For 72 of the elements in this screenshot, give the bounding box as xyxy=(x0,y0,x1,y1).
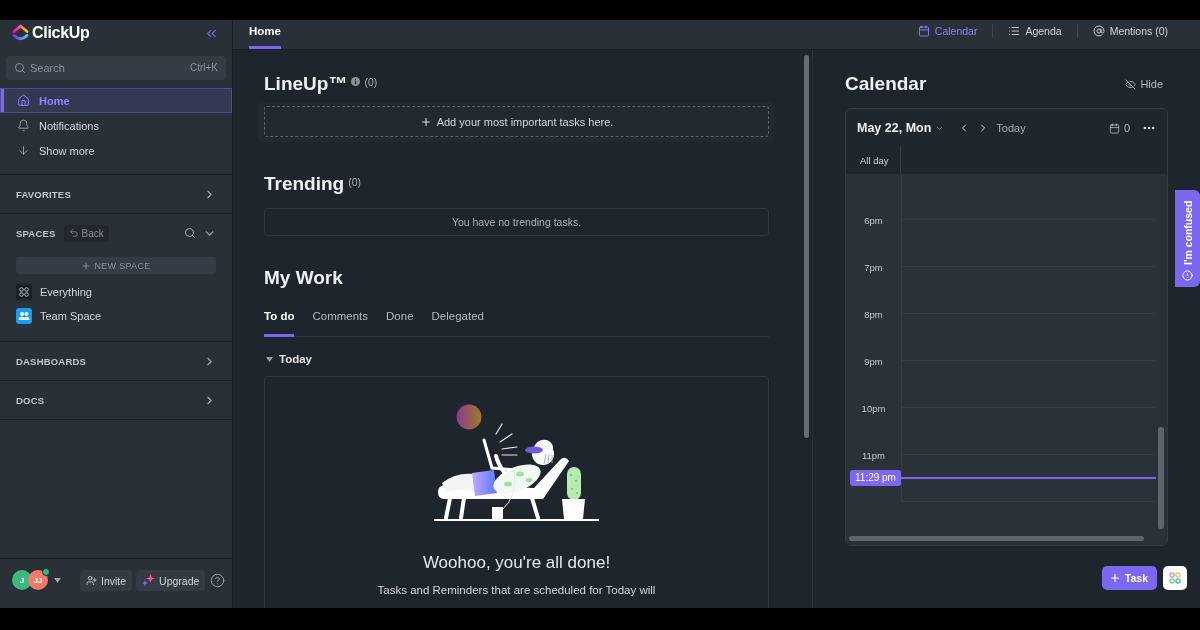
view-tab[interactable]: Mentions (0) xyxy=(1076,24,1168,38)
grid-dots-icon xyxy=(1169,572,1181,584)
today-button[interactable]: Today xyxy=(996,122,1026,134)
section-title: Trending xyxy=(264,173,345,195)
user-plus-icon xyxy=(86,575,97,586)
alert-icon xyxy=(1182,270,1193,281)
plus-icon xyxy=(81,260,92,271)
eye-off-icon xyxy=(1125,78,1137,90)
list-icon xyxy=(1008,25,1021,37)
plus-icon xyxy=(419,115,432,128)
section-title: SPACES xyxy=(16,227,56,239)
home-icon xyxy=(17,94,30,107)
hour-label: 10pm xyxy=(861,402,886,416)
help-icon[interactable] xyxy=(210,573,226,588)
apps-button[interactable] xyxy=(1163,566,1187,590)
view-tab[interactable]: Calendar xyxy=(902,24,993,38)
section-title: DASHBOARDS xyxy=(16,355,87,367)
task-count-button[interactable]: 0 xyxy=(1108,122,1130,134)
section-title: DOCS xyxy=(16,394,45,406)
item-count: (0) xyxy=(348,176,362,188)
logo-icon xyxy=(12,24,29,42)
section-title: LineUp™ xyxy=(264,73,348,95)
panel-title: Calendar xyxy=(845,73,927,95)
hour-label: 11pm xyxy=(861,449,886,463)
date-dropdown[interactable]: May 22, Mon xyxy=(857,121,945,135)
current-time-badge: 11:29 pm xyxy=(850,470,901,486)
item-count: (0) xyxy=(364,76,378,88)
sparkles-icon xyxy=(142,574,156,587)
calendar-icon xyxy=(1108,122,1120,134)
feedback-tab[interactable]: I'm confused xyxy=(1175,190,1200,287)
empty-message: You have no trending tasks. xyxy=(264,208,769,236)
bell-icon xyxy=(17,119,30,132)
add-tasks-button[interactable]: Add your most important tasks here. xyxy=(264,106,769,137)
caret-icon xyxy=(54,578,61,583)
view-tab[interactable]: Agenda xyxy=(992,24,1077,38)
hour-label: 8pm xyxy=(864,308,883,322)
hour-label: 9pm xyxy=(864,355,883,369)
grid-dots-icon xyxy=(16,284,32,300)
arrow-down-icon xyxy=(17,144,30,157)
work-tab[interactable]: To do xyxy=(264,302,295,337)
upgrade-button[interactable]: Upgrade xyxy=(136,570,206,591)
hide-button[interactable]: Hide xyxy=(1125,78,1163,90)
at-sign-icon xyxy=(1092,25,1105,37)
section-title: FAVORITES xyxy=(16,188,71,200)
back-button[interactable]: Back xyxy=(63,224,109,242)
work-tab[interactable]: Comments xyxy=(312,302,369,337)
group-title[interactable]: Today xyxy=(279,353,312,365)
info-icon xyxy=(351,76,361,86)
empty-state-text: Tasks and Reminders that are scheduled for Today will xyxy=(377,583,656,598)
page-tab[interactable]: Home xyxy=(249,20,281,49)
sidebar-item[interactable]: Notifications xyxy=(0,113,232,138)
section-title: My Work xyxy=(264,267,343,289)
shortcut-hint: Ctrl+K xyxy=(189,61,218,75)
sidebar-item[interactable]: Show more xyxy=(0,138,232,163)
app-logo-text: ClickUp xyxy=(32,24,90,42)
new-space-button[interactable]: NEW SPACE xyxy=(16,257,216,274)
work-tab[interactable]: Delegated xyxy=(431,302,484,337)
invite-button[interactable]: Invite xyxy=(80,570,133,591)
plus-icon xyxy=(1108,572,1121,584)
search-icon[interactable] xyxy=(184,227,196,239)
people-icon xyxy=(16,308,32,324)
work-tab[interactable]: Done xyxy=(386,302,414,337)
back-arrow-icon xyxy=(68,228,79,238)
add-task-button[interactable]: Task xyxy=(1101,566,1157,590)
search-icon xyxy=(14,62,26,74)
space-item[interactable]: Everything xyxy=(0,280,232,304)
hour-label: 7pm xyxy=(864,261,883,275)
space-item[interactable]: Team Space xyxy=(0,304,232,328)
hour-label: 6pm xyxy=(864,214,883,228)
calendar-icon xyxy=(917,25,930,37)
sidebar-item[interactable]: Home xyxy=(0,88,232,113)
empty-state-title: Woohoo, you're all done! xyxy=(422,552,611,574)
